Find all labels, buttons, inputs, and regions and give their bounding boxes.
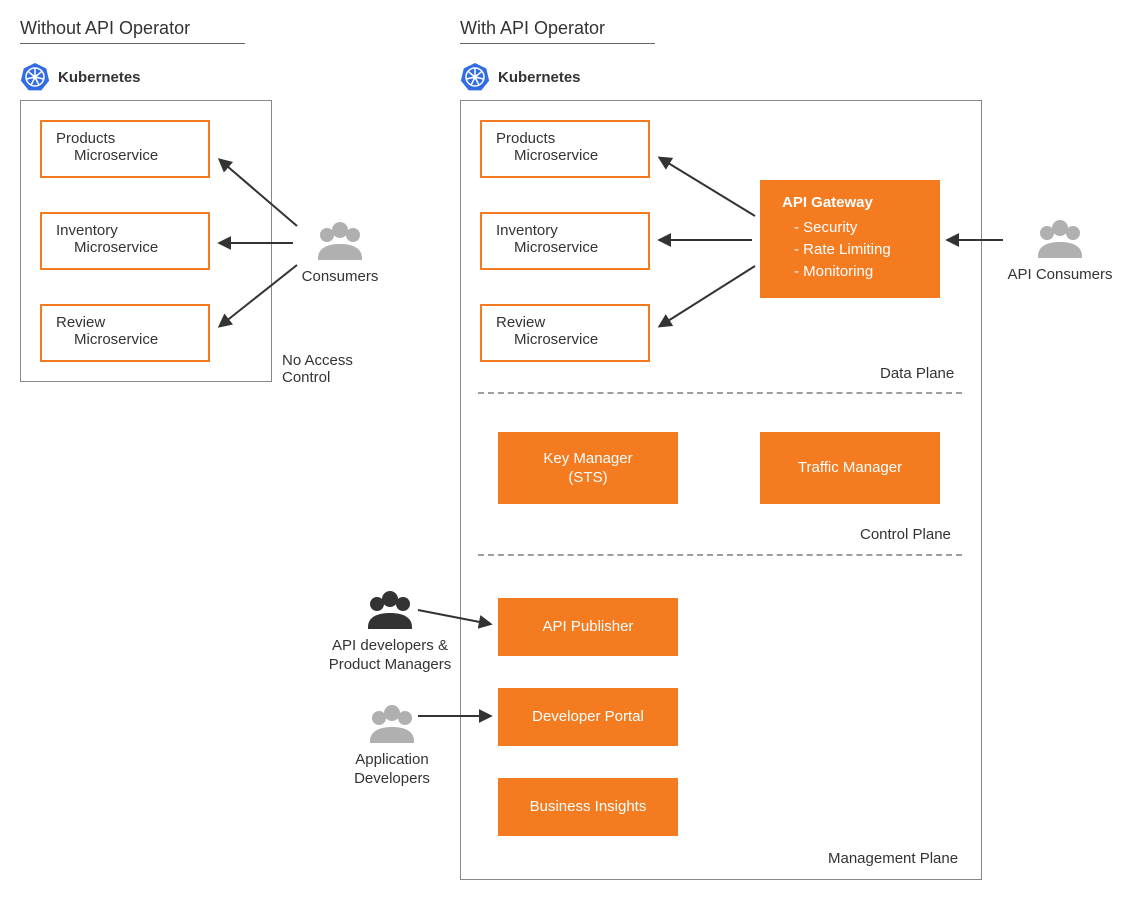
actor-consumers-label: Consumers: [295, 268, 385, 287]
ms-sub: Microservice: [496, 331, 636, 348]
k8s-label-right: Kubernetes: [460, 62, 581, 92]
divider-control-mgmt: [478, 554, 962, 556]
traffic-manager-box: Traffic Manager: [760, 432, 940, 504]
users-icon: [366, 700, 418, 744]
gateway-item: - Security: [782, 217, 922, 239]
ms-products-right: Products Microservice: [480, 120, 650, 178]
ms-inventory-left: Inventory Microservice: [40, 212, 210, 270]
ms-name: Products: [56, 130, 196, 147]
ms-review-left: Review Microservice: [40, 304, 210, 362]
gateway-item: - Monitoring: [782, 261, 922, 283]
ms-sub: Microservice: [496, 147, 636, 164]
ms-sub: Microservice: [56, 239, 196, 256]
ms-name: Products: [496, 130, 636, 147]
management-plane-label: Management Plane: [828, 850, 958, 867]
k8s-label-left: Kubernetes: [20, 62, 141, 92]
k8s-text-left: Kubernetes: [58, 69, 141, 86]
developer-portal-box: Developer Portal: [498, 688, 678, 746]
actor-app-dev: Application Developers: [332, 700, 452, 789]
ms-name: Inventory: [56, 222, 196, 239]
control-plane-label: Control Plane: [860, 526, 951, 543]
ms-name: Inventory: [496, 222, 636, 239]
gateway-item: - Rate Limiting: [782, 239, 922, 261]
key-manager-box: Key Manager (STS): [498, 432, 678, 504]
api-publisher-box: API Publisher: [498, 598, 678, 656]
k8s-text-right: Kubernetes: [498, 69, 581, 86]
actor-app-dev-label: Application Developers: [332, 751, 452, 789]
ms-name: Review: [56, 314, 196, 331]
ms-sub: Microservice: [56, 147, 196, 164]
ms-sub: Microservice: [56, 331, 196, 348]
ms-review-right: Review Microservice: [480, 304, 650, 362]
gateway-title: API Gateway: [782, 194, 922, 211]
actor-api-consumers: API Consumers: [1005, 215, 1115, 285]
actor-dev-pm: API developers & Product Managers: [320, 586, 460, 675]
users-icon: [1034, 215, 1086, 259]
actor-api-consumers-label: API Consumers: [1005, 266, 1115, 285]
business-insights-box: Business Insights: [498, 778, 678, 836]
kubernetes-icon: [460, 62, 490, 92]
divider-data-control: [478, 392, 962, 394]
api-gateway-box: API Gateway - Security - Rate Limiting -…: [760, 180, 940, 298]
ms-inventory-right: Inventory Microservice: [480, 212, 650, 270]
kubernetes-icon: [20, 62, 50, 92]
no-access-control-label: No Access Control: [282, 352, 353, 386]
actor-dev-pm-label: API developers & Product Managers: [320, 637, 460, 675]
data-plane-label: Data Plane: [880, 365, 954, 382]
ms-sub: Microservice: [496, 239, 636, 256]
users-icon: [314, 217, 366, 261]
users-icon: [364, 586, 416, 630]
section-title-left: Without API Operator: [20, 18, 245, 44]
actor-consumers: Consumers: [295, 217, 385, 287]
ms-name: Review: [496, 314, 636, 331]
ms-products-left: Products Microservice: [40, 120, 210, 178]
section-title-right: With API Operator: [460, 18, 655, 44]
